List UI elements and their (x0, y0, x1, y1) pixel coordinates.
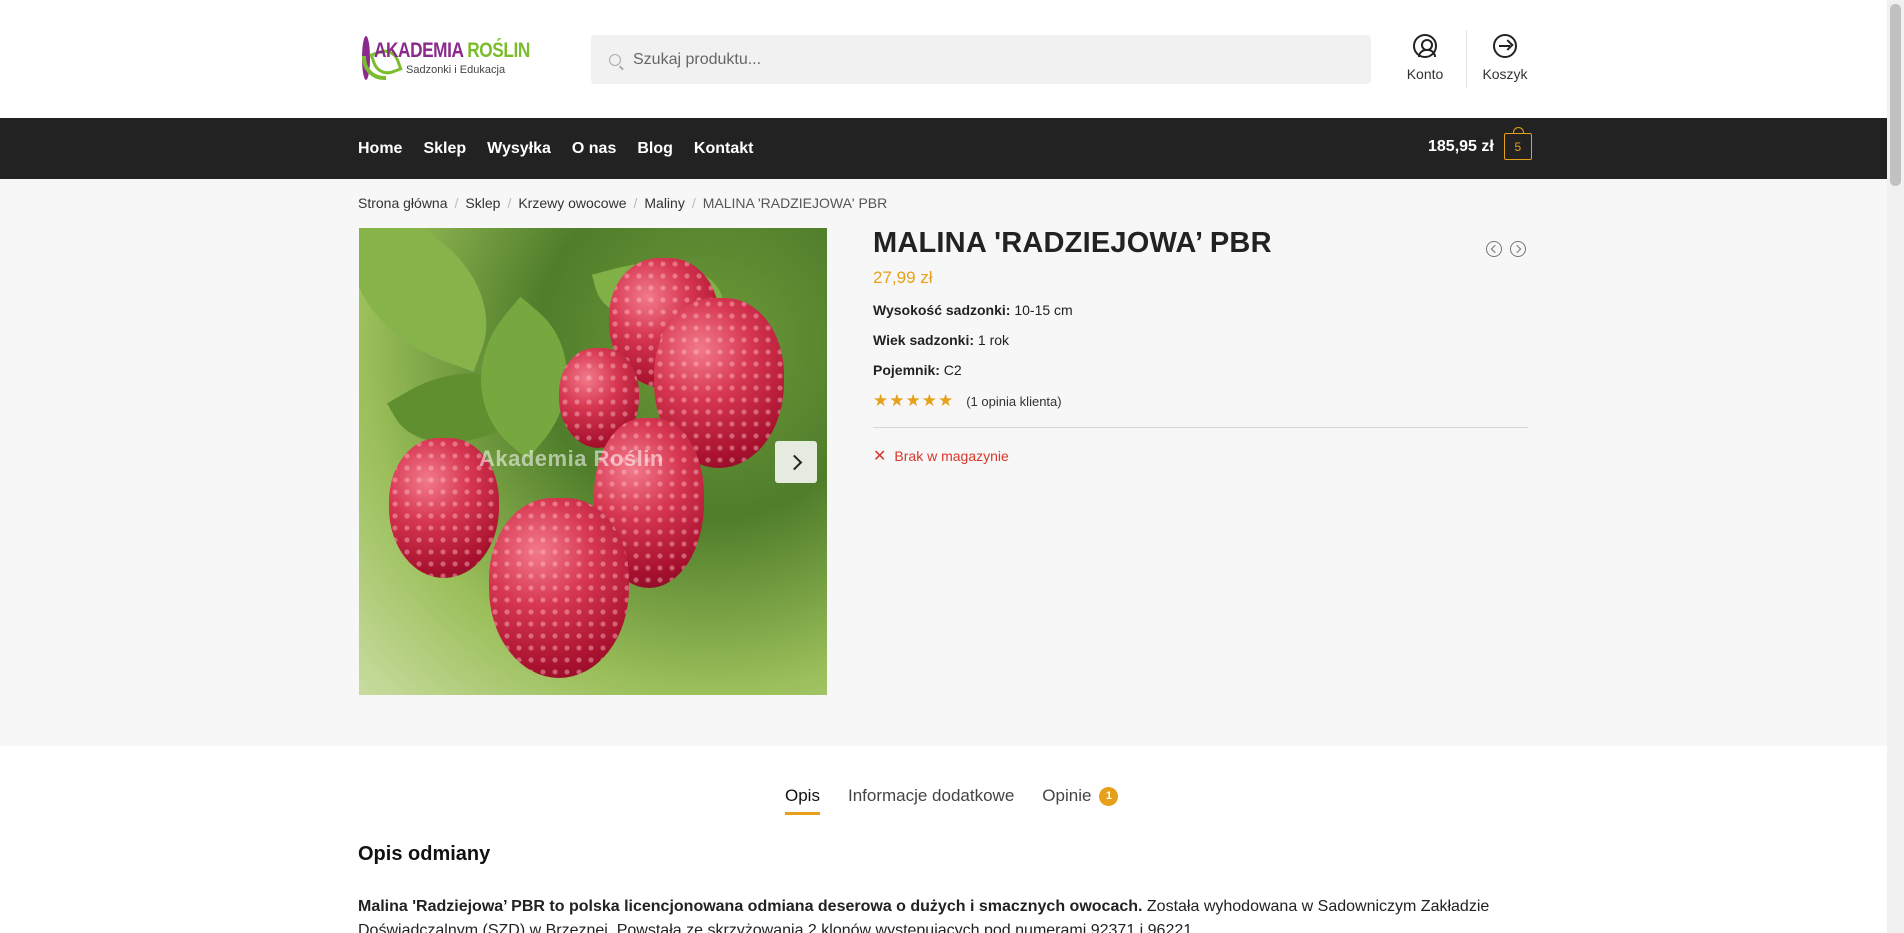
nav-item-contact[interactable]: Kontakt (694, 140, 754, 158)
product-title: MALINA 'RADZIEJOWA’ PBR (873, 227, 1272, 259)
search-input[interactable] (633, 50, 1333, 69)
nav-item-shop[interactable]: Sklep (423, 140, 466, 158)
logo-text: AKADEMIA ROŚLIN Sadzonki i Edukacja (374, 40, 564, 76)
description-paragraph: Malina 'Radziejowa’ PBR to polska licenc… (358, 895, 1528, 933)
next-product-icon[interactable] (1510, 241, 1526, 257)
stock-status-text: Brak w magazynie (894, 448, 1009, 464)
site-header: AKADEMIA ROŚLIN Sadzonki i Edukacja Kont… (0, 0, 1887, 118)
product-summary: MALINA 'RADZIEJOWA’ PBR 27,99 zł Wysokoś… (873, 227, 1528, 466)
product-rating: ★★★★★ (1 opinia klienta) (873, 391, 1528, 411)
site-logo[interactable]: AKADEMIA ROŚLIN Sadzonki i Edukacja (362, 34, 542, 82)
description-heading: Opis odmiany (358, 843, 491, 865)
out-of-stock-icon: ✕ (873, 448, 887, 465)
breadcrumb-separator: / (507, 195, 512, 211)
logo-title: AKADEMIA ROŚLIN (374, 40, 530, 61)
tab-label: Opinie (1042, 786, 1092, 805)
nav-item-about[interactable]: O nas (572, 140, 616, 158)
tab-label: Informacje dodatkowe (847, 786, 1015, 805)
breadcrumb-separator: / (633, 195, 638, 211)
user-icon (1413, 34, 1437, 58)
breadcrumb-separator: / (454, 195, 459, 211)
main-menu: Home Sklep Wysyłka O nas Blog Kontakt (358, 118, 774, 179)
attribute-value: C2 (943, 362, 962, 378)
product-image-gallery[interactable]: Akademia Roślin (359, 228, 827, 695)
logo-subtitle: Sadzonki i Edukacja (406, 64, 506, 76)
tab-label: Opis (785, 786, 820, 805)
image-berry (489, 498, 629, 678)
account-link[interactable]: Konto (1400, 34, 1450, 82)
tab-additional-info[interactable]: Informacje dodatkowe (848, 786, 1014, 812)
breadcrumb-fruit-shrubs[interactable]: Krzewy owocowe (518, 195, 626, 211)
account-label: Konto (1406, 66, 1444, 82)
attribute-label: Wysokość sadzonki: (873, 302, 1011, 318)
breadcrumb-separator: / (691, 195, 696, 211)
review-count-link[interactable]: (1 opinia klienta) (966, 394, 1061, 409)
image-watermark: Akademia Roślin (479, 446, 664, 471)
nav-item-blog[interactable]: Blog (637, 140, 673, 158)
nav-item-shipping[interactable]: Wysyłka (487, 140, 551, 158)
cart-link[interactable]: Koszyk (1480, 34, 1530, 82)
stock-status: ✕ Brak w magazynie (873, 446, 1528, 466)
page-scrollbar[interactable] (1887, 0, 1904, 933)
mini-cart[interactable]: 185,95 zł 5 (1428, 127, 1532, 160)
main-navigation-bar: Home Sklep Wysyłka O nas Blog Kontakt 18… (0, 118, 1887, 179)
product-navigation (1486, 241, 1534, 257)
attribute-container: Pojemnik: C2 (873, 362, 1528, 378)
product-tabs: Opis Informacje dodatkowe Opinie 1 (785, 786, 1146, 815)
scrollbar-thumb[interactable] (1890, 4, 1901, 186)
header-divider (1466, 30, 1467, 88)
logo-title-part2: ROŚLIN (467, 39, 530, 62)
reviews-count-badge: 1 (1099, 786, 1119, 806)
search-icon (609, 53, 621, 66)
search-bar (591, 35, 1371, 84)
attribute-label: Wiek sadzonki: (873, 332, 975, 348)
breadcrumb-raspberries[interactable]: Maliny (644, 195, 684, 211)
attribute-value: 10-15 cm (1014, 302, 1073, 318)
star-rating-icon: ★★★★★ (873, 391, 955, 410)
cart-count-bag-icon: 5 (1503, 127, 1532, 160)
breadcrumb: Strona główna / Sklep / Krzewy owocowe / Ma… (358, 195, 887, 211)
tab-reviews[interactable]: Opinie 1 (1042, 786, 1119, 812)
breadcrumb-shop[interactable]: Sklep (465, 195, 500, 211)
product-section: Strona główna / Sklep / Krzewy owocowe / Ma… (0, 179, 1887, 746)
breadcrumb-home[interactable]: Strona główna (358, 195, 448, 211)
attribute-age: Wiek sadzonki: 1 rok (873, 332, 1528, 348)
product-price: 27,99 zł (873, 268, 933, 287)
breadcrumb-current: MALINA 'RADZIEJOWA' PBR (702, 195, 888, 211)
attribute-height: Wysokość sadzonki: 10-15 cm (873, 302, 1528, 318)
previous-product-icon[interactable] (1486, 241, 1502, 257)
nav-item-home[interactable]: Home (358, 140, 402, 158)
summary-divider (873, 427, 1528, 428)
attribute-label: Pojemnik: (873, 362, 940, 378)
gallery-next-button[interactable] (775, 441, 817, 483)
logo-title-part1: AKADEMIA (374, 39, 463, 62)
arrow-right-circle-icon (1493, 34, 1517, 58)
attribute-value: 1 rok (977, 332, 1010, 348)
logo-leaf-icon (362, 36, 386, 80)
description-lead: Malina 'Radziejowa’ PBR to polska licenc… (358, 898, 1143, 915)
tab-description[interactable]: Opis (785, 786, 820, 815)
cart-total: 185,95 zł (1428, 137, 1494, 155)
cart-label: Koszyk (1482, 66, 1528, 82)
